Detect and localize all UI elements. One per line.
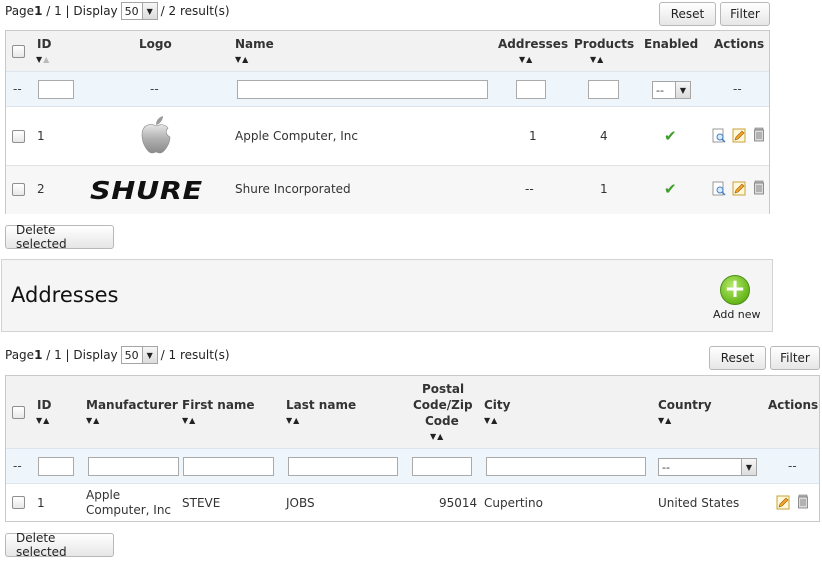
addresses-panel: Addresses + Add new [1,259,773,332]
sort-arrows[interactable]: ▼▲ [484,416,498,425]
row-checkbox[interactable] [12,183,25,196]
select-all-checkbox[interactable] [12,406,25,419]
delete-icon[interactable] [796,494,810,509]
sort-arrows[interactable]: ▼▲ [286,416,300,425]
col-addresses[interactable]: Addresses [498,37,568,51]
display-count-select[interactable]: 50 ▼ [120,2,158,20]
col-logo: Logo [139,37,172,51]
chevron-down-icon: ▼ [675,82,690,98]
last-name-filter-input[interactable] [288,457,398,476]
table-row[interactable]: 1 Apple Computer, Inc 1 4 ✔ [6,107,769,166]
select-all-checkbox[interactable] [12,45,25,58]
add-new-icon[interactable]: + [720,275,750,305]
delete-selected-button[interactable]: Delete selected [5,531,114,559]
col-postal-line2[interactable]: Code/Zip [413,398,473,412]
page-title: Addresses [11,283,119,307]
table-header: ID ▼▲ Logo Name ▼▲ Addresses ▼▲ Products… [6,31,769,71]
id-filter-input[interactable] [38,80,74,99]
chevron-down-icon: ▼ [741,459,756,475]
view-icon[interactable] [712,128,726,143]
reset-button[interactable]: Reset [709,346,766,370]
table-header: ID ▼▲ Manufacturer ▼▲ First name ▼▲ Last… [6,376,819,448]
table-row[interactable]: 2 SHURE Shure Incorporated -- 1 ✔ [6,166,769,214]
col-country[interactable]: Country [658,398,712,412]
filter-button[interactable]: Filter [720,2,770,26]
col-enabled[interactable]: Enabled [644,37,698,51]
chevron-down-icon: ▼ [141,3,157,19]
edit-icon[interactable] [732,128,746,143]
delete-icon[interactable] [752,127,766,142]
apple-logo-icon [141,116,171,154]
id-filter-input[interactable] [38,457,74,476]
addresses-filter-input[interactable] [516,80,546,99]
col-manufacturer[interactable]: Manufacturer [86,398,178,412]
display-count-select[interactable]: 50 ▼ [120,346,158,364]
row-checkbox[interactable] [12,130,25,143]
sort-arrows[interactable]: ▼▲ [658,416,672,425]
col-actions: Actions [714,37,765,51]
filter-row: -- -- ▼ -- [6,448,819,484]
sort-arrows[interactable]: ▼▲ [86,416,100,425]
postal-filter-input[interactable] [412,457,472,476]
enabled-filter-select[interactable]: -- ▼ [652,81,691,99]
col-city[interactable]: City [484,398,510,412]
filter-button[interactable]: Filter [770,346,820,370]
edit-icon[interactable] [776,495,790,510]
city-filter-input[interactable] [486,457,646,476]
sort-arrows[interactable]: ▼▲ [182,416,196,425]
chevron-down-icon: ▼ [141,347,157,363]
addresses-pager: Page 1 / 1 | Display 50 ▼ / 1 result(s) [5,346,230,364]
col-postal-line1[interactable]: Postal [422,382,464,396]
table-row[interactable]: 1 Apple Computer, Inc STEVE JOBS 95014 C… [6,484,819,522]
col-id[interactable]: ID [37,398,51,412]
enabled-check-icon[interactable]: ✔ [664,127,677,145]
col-products[interactable]: Products [574,37,634,51]
row-checkbox[interactable] [12,496,25,509]
delete-icon[interactable] [752,180,766,195]
view-icon[interactable] [712,181,726,196]
country-filter-select[interactable]: -- ▼ [658,458,757,476]
delete-selected-button[interactable]: Delete selected [5,223,114,251]
add-new-button[interactable]: Add new [713,308,761,321]
sort-arrows[interactable]: ▼▲ [235,55,249,64]
first-name-filter-input[interactable] [183,457,274,476]
filter-row: -- -- -- ▼ -- [6,71,769,107]
col-postal-line3[interactable]: Code [425,414,459,428]
col-actions: Actions [768,398,819,412]
products-filter-input[interactable] [588,80,619,99]
enabled-check-icon[interactable]: ✔ [664,180,677,198]
addresses-table: ID ▼▲ Manufacturer ▼▲ First name ▼▲ Last… [5,375,820,522]
sort-arrows[interactable]: ▼▲ [36,416,50,425]
reset-button[interactable]: Reset [659,2,716,26]
sort-arrows[interactable]: ▼▲ [519,55,533,64]
manufacturers-table: ID ▼▲ Logo Name ▼▲ Addresses ▼▲ Products… [5,30,770,214]
edit-icon[interactable] [732,181,746,196]
name-filter-input[interactable] [237,80,488,99]
shure-logo: SHURE [90,176,203,205]
sort-arrows[interactable]: ▼▲ [430,432,444,441]
sort-arrows[interactable]: ▼▲ [36,55,50,64]
col-first-name[interactable]: First name [182,398,255,412]
col-last-name[interactable]: Last name [286,398,356,412]
sort-arrows[interactable]: ▼▲ [590,55,604,64]
manufacturer-filter-input[interactable] [88,457,179,476]
col-id[interactable]: ID [37,37,51,51]
manufacturers-pager: Page 1 / 1 | Display 50 ▼ / 2 result(s) [5,2,230,20]
col-name[interactable]: Name [235,37,274,51]
